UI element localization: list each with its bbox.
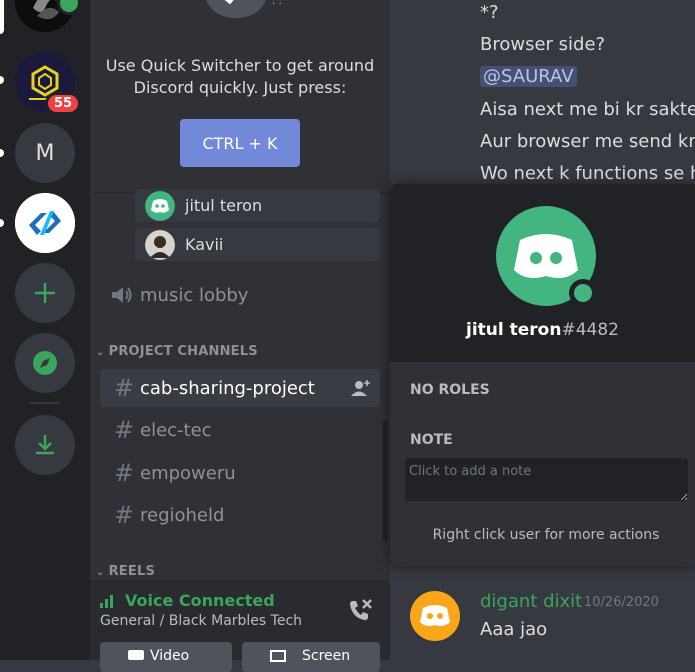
explore-servers-button[interactable] — [15, 333, 75, 393]
channel-name: cab-sharing-project — [140, 377, 315, 399]
channel-sidebar: : : + Use Quick Switcher to get around D… — [90, 0, 390, 672]
plus-icon — [35, 283, 55, 303]
svg-text:: :: : : — [272, 0, 282, 7]
compass-icon — [33, 351, 57, 375]
quick-switcher-tip: : : + Use Quick Switcher to get around D… — [90, 0, 390, 193]
profile-avatar-icon[interactable] — [496, 206, 598, 308]
discord-avatar-icon — [145, 190, 175, 221]
add-server-button[interactable] — [15, 263, 75, 323]
message-line: Aisa next me bi kr sakte h, — [480, 99, 695, 120]
voice-user-name: Kavii — [185, 235, 224, 254]
channel-regioheld[interactable]: # regioheld — [100, 496, 380, 534]
unread-indicator — [0, 149, 4, 157]
category-label: REELS — [108, 564, 156, 579]
channel-name: elec-tec — [140, 419, 212, 441]
signal-strength-icon — [100, 595, 113, 608]
category-project-channels[interactable]: ⌄ PROJECT CHANNELS — [96, 344, 258, 359]
message-timestamp: 10/26/2020 — [584, 595, 659, 610]
message-author[interactable]: digant dixit — [480, 591, 582, 612]
message-line: Aur browser me send krne — [480, 131, 695, 152]
username-text: jitul teron — [466, 320, 562, 340]
roles-header: NO ROLES — [410, 382, 490, 398]
discriminator-text: #4482 — [561, 320, 619, 340]
voice-location-text: General / Black Marbles Tech — [100, 613, 303, 629]
popout-header: jitul teron#4482 — [390, 184, 695, 362]
message-text: Aaa jao — [480, 619, 548, 640]
message-line: Wo next k functions se ho — [480, 163, 695, 184]
quick-switcher-text-line2: Discord quickly. Just press: — [133, 78, 347, 97]
note-field[interactable] — [405, 458, 688, 501]
voice-channel-music-lobby[interactable]: music lobby — [100, 276, 380, 314]
voice-connection-panel: Voice Connected General / Black Marbles … — [90, 580, 390, 672]
video-button[interactable]: Video — [100, 642, 232, 672]
voice-status-text[interactable]: Voice Connected — [125, 591, 275, 610]
blue-slash-logo-icon — [15, 193, 75, 253]
server-rail: 55 M — [0, 0, 90, 660]
screen-share-icon — [270, 650, 286, 662]
screen-button-label: Screen — [302, 648, 351, 664]
message-line: Browser side? — [480, 34, 606, 55]
profile-username[interactable]: jitul teron#4482 — [390, 320, 695, 340]
chevron-down-icon: ⌄ — [96, 347, 105, 358]
author-avatar-icon[interactable] — [410, 591, 460, 641]
message-line: @SAURAV — [480, 66, 577, 87]
download-icon — [36, 435, 54, 455]
video-camera-icon — [128, 650, 144, 660]
invite-member-icon[interactable] — [350, 379, 372, 397]
voice-user-name: jitul teron — [185, 196, 263, 215]
channel-list-scrollbar[interactable] — [383, 420, 387, 542]
voice-user-kavii[interactable]: Kavii — [135, 228, 380, 261]
category-reels[interactable]: ⌄ REELS — [96, 564, 155, 579]
category-label: PROJECT CHANNELS — [108, 344, 258, 359]
chevron-down-icon: ⌄ — [96, 567, 105, 578]
quick-switcher-text-line1: Use Quick Switcher to get around — [105, 56, 375, 75]
voice-user-jitul[interactable]: jitul teron — [135, 189, 380, 222]
video-button-label: Video — [150, 648, 190, 664]
channel-empoweru[interactable]: # empoweru — [100, 454, 380, 492]
text-channel-icon: # — [113, 374, 135, 402]
text-channel-icon: # — [113, 501, 135, 529]
guild-blue-logo[interactable] — [15, 193, 75, 253]
rail-divider — [30, 402, 60, 404]
disconnect-call-icon[interactable] — [347, 598, 373, 622]
unread-indicator — [0, 76, 4, 84]
user-mention[interactable]: @SAURAV — [480, 66, 577, 87]
message-line: *? — [480, 2, 499, 23]
mention-count-badge: 55 — [45, 92, 82, 115]
voice-channel-name: music lobby — [140, 284, 249, 306]
selected-server-indicator — [0, 0, 4, 34]
text-channel-icon: # — [113, 416, 135, 444]
speaker-icon — [112, 287, 132, 303]
quick-switcher-illustration-icon: : : + — [206, 0, 282, 18]
text-channel-icon: # — [113, 459, 135, 487]
note-input[interactable] — [405, 458, 688, 501]
channel-elec-tec[interactable]: # elec-tec — [100, 411, 380, 449]
channel-name: empoweru — [140, 462, 236, 484]
guild-m[interactable]: M — [15, 123, 75, 183]
popout-hint: Right click user for more actions — [432, 527, 660, 543]
download-apps-button[interactable] — [15, 415, 75, 475]
user-profile-popout: jitul teron#4482 NO ROLES NOTE Right cli… — [390, 184, 695, 566]
channel-cab-sharing-project[interactable]: # cab-sharing-project — [100, 369, 380, 407]
quick-switcher-shortcut-button[interactable]: CTRL + K — [180, 119, 300, 167]
user-photo-avatar-icon — [145, 229, 175, 260]
screen-share-button[interactable]: Screen — [242, 642, 380, 672]
note-header: NOTE — [410, 432, 453, 448]
unread-indicator — [0, 219, 4, 227]
channel-name: regioheld — [140, 504, 225, 526]
